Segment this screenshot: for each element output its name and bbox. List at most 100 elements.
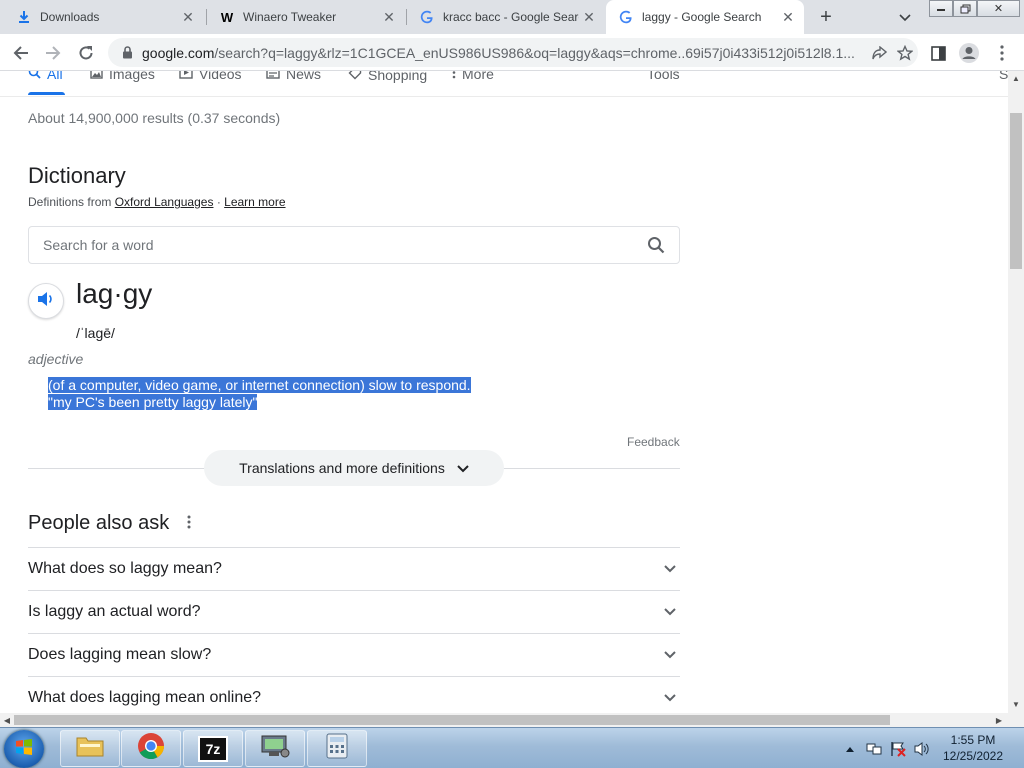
minimize-button[interactable] bbox=[929, 0, 953, 17]
paa-question[interactable]: What does lagging mean online? bbox=[28, 676, 680, 713]
tab-downloads[interactable]: Downloads ✕ bbox=[4, 0, 204, 34]
tools-button[interactable]: Tools bbox=[647, 71, 680, 82]
word-search-placeholder: Search for a word bbox=[43, 237, 154, 253]
scroll-up-arrow-icon[interactable]: ▲ bbox=[1008, 71, 1024, 85]
forward-arrow-icon[interactable] bbox=[40, 40, 66, 66]
settings-cut-off[interactable]: S bbox=[999, 71, 1008, 82]
nav-tab-label: Images bbox=[109, 71, 155, 82]
nav-tab-more[interactable]: More bbox=[452, 71, 494, 82]
clock-date: 12/25/2022 bbox=[942, 749, 1004, 763]
share-icon[interactable] bbox=[866, 45, 892, 60]
translations-button[interactable]: Translations and more definitions bbox=[204, 450, 504, 486]
news-icon bbox=[266, 71, 280, 82]
paa-question-text: What does so laggy mean? bbox=[28, 560, 222, 577]
taskbar-chrome[interactable] bbox=[121, 730, 181, 767]
paa-question[interactable]: Does lagging mean slow? bbox=[28, 633, 680, 676]
tab-close-icon[interactable]: ✕ bbox=[379, 7, 399, 27]
nav-tab-shopping[interactable]: Shopping bbox=[348, 71, 427, 83]
scroll-left-arrow-icon[interactable]: ◀ bbox=[0, 713, 14, 727]
tab-search-chevron-icon[interactable] bbox=[895, 8, 915, 28]
image-icon bbox=[90, 71, 103, 82]
oxford-languages-link[interactable]: Oxford Languages bbox=[115, 195, 214, 209]
system-clock[interactable]: 1:55 PM 12/25/2022 bbox=[930, 732, 1016, 764]
action-center-flag-icon[interactable] bbox=[888, 728, 908, 768]
winaero-icon: W bbox=[220, 9, 234, 25]
translations-label: Translations and more definitions bbox=[239, 460, 445, 476]
profile-avatar-icon[interactable] bbox=[956, 40, 982, 66]
kebab-menu-icon[interactable] bbox=[989, 40, 1015, 66]
result-stats: About 14,900,000 results (0.37 seconds) bbox=[28, 110, 281, 126]
paa-question-text: Does lagging mean slow? bbox=[28, 646, 212, 663]
speaker-icon bbox=[37, 291, 55, 312]
address-bar[interactable]: google.com/search?q=laggy&rlz=1C1GCEA_en… bbox=[108, 38, 918, 67]
paa-title-text: People also ask bbox=[28, 512, 170, 534]
definition-text: (of a computer, video game, or internet … bbox=[48, 377, 471, 393]
volume-icon[interactable] bbox=[912, 728, 932, 768]
vertical-scrollbar[interactable]: ▲ ▼ bbox=[1008, 71, 1024, 713]
tab-winaero-tweaker[interactable]: W Winaero Tweaker ✕ bbox=[207, 0, 405, 34]
chevron-down-icon bbox=[660, 608, 680, 616]
nav-tab-all[interactable]: All bbox=[28, 71, 63, 82]
search-icon bbox=[28, 71, 41, 82]
chevron-down-icon bbox=[660, 694, 680, 702]
7zip-icon: 7z bbox=[198, 735, 228, 762]
side-panel-icon[interactable] bbox=[925, 40, 951, 66]
url-text: google.com/search?q=laggy&rlz=1C1GCEA_en… bbox=[142, 45, 866, 61]
tab-title: Winaero Tweaker bbox=[243, 10, 337, 24]
search-nav-tabs: All Images Videos News Shopping More Too… bbox=[0, 71, 1008, 97]
scroll-down-arrow-icon[interactable]: ▼ bbox=[1008, 697, 1024, 711]
taskbar-calculator[interactable] bbox=[307, 730, 367, 767]
learn-more-link[interactable]: Learn more bbox=[224, 195, 285, 209]
network-icon[interactable] bbox=[864, 728, 884, 768]
nav-tab-videos[interactable]: Videos bbox=[179, 71, 242, 82]
vertical-scroll-thumb[interactable] bbox=[1010, 113, 1022, 269]
definition-block: (of a computer, video game, or internet … bbox=[48, 377, 471, 411]
bookmark-star-icon[interactable] bbox=[892, 44, 918, 61]
feedback-link[interactable]: Feedback bbox=[627, 435, 680, 449]
back-arrow-icon[interactable] bbox=[8, 40, 34, 66]
tab-title: laggy - Google Search bbox=[642, 10, 762, 24]
horizontal-scrollbar[interactable]: ◀ ▶ bbox=[0, 713, 1024, 727]
show-hidden-icons-arrow-icon[interactable] bbox=[843, 728, 857, 768]
google-icon bbox=[419, 9, 435, 25]
chrome-icon bbox=[137, 732, 165, 765]
tab-laggy[interactable]: laggy - Google Search ✕ bbox=[606, 0, 804, 34]
folder-icon bbox=[75, 733, 105, 764]
tab-close-icon[interactable]: ✕ bbox=[178, 7, 198, 27]
tab-close-icon[interactable]: ✕ bbox=[778, 7, 798, 27]
lock-icon[interactable] bbox=[112, 46, 142, 59]
reload-icon[interactable] bbox=[73, 40, 99, 66]
download-icon bbox=[16, 9, 32, 25]
paa-question[interactable]: What does so laggy mean? bbox=[28, 547, 680, 590]
url-host: google.com bbox=[142, 44, 215, 61]
taskbar-7zip[interactable]: 7z bbox=[183, 730, 243, 767]
video-icon bbox=[179, 71, 193, 82]
tab-title: Downloads bbox=[40, 10, 100, 24]
word-search-input[interactable]: Search for a word bbox=[28, 226, 680, 264]
windows-taskbar: 7z 1:55 PM 12/25/2022 bbox=[0, 727, 1024, 768]
example-text: "my PC's been pretty laggy lately" bbox=[48, 394, 258, 410]
pronunciation-speaker-button[interactable] bbox=[28, 283, 64, 319]
source-separator: · bbox=[216, 195, 221, 209]
taskbar-device-manager[interactable] bbox=[245, 730, 305, 767]
tab-kracc-bacc[interactable]: kracc bacc - Google Search ✕ bbox=[407, 0, 605, 34]
more-options-icon[interactable] bbox=[187, 512, 191, 535]
nav-tab-label: News bbox=[286, 71, 322, 82]
more-vert-icon bbox=[452, 71, 456, 82]
search-icon[interactable] bbox=[633, 236, 679, 254]
scroll-right-arrow-icon[interactable]: ▶ bbox=[992, 713, 1006, 727]
close-window-button[interactable]: ✕ bbox=[977, 0, 1020, 17]
nav-tab-images[interactable]: Images bbox=[90, 71, 155, 82]
start-button[interactable] bbox=[4, 730, 44, 768]
phonetic: /ˈlagē/ bbox=[76, 325, 115, 341]
new-tab-button[interactable]: + bbox=[815, 6, 837, 28]
tab-close-icon[interactable]: ✕ bbox=[579, 7, 599, 27]
restore-button[interactable] bbox=[953, 0, 977, 17]
calculator-icon bbox=[326, 733, 348, 764]
paa-question[interactable]: Is laggy an actual word? bbox=[28, 590, 680, 633]
taskbar-explorer[interactable] bbox=[60, 730, 120, 767]
horizontal-scroll-thumb[interactable] bbox=[14, 715, 890, 725]
nav-tab-news[interactable]: News bbox=[266, 71, 321, 82]
dictionary-source: Definitions from Oxford Languages · Lear… bbox=[28, 195, 286, 209]
tab-strip: Downloads ✕ W Winaero Tweaker ✕ kracc ba… bbox=[0, 0, 1024, 34]
